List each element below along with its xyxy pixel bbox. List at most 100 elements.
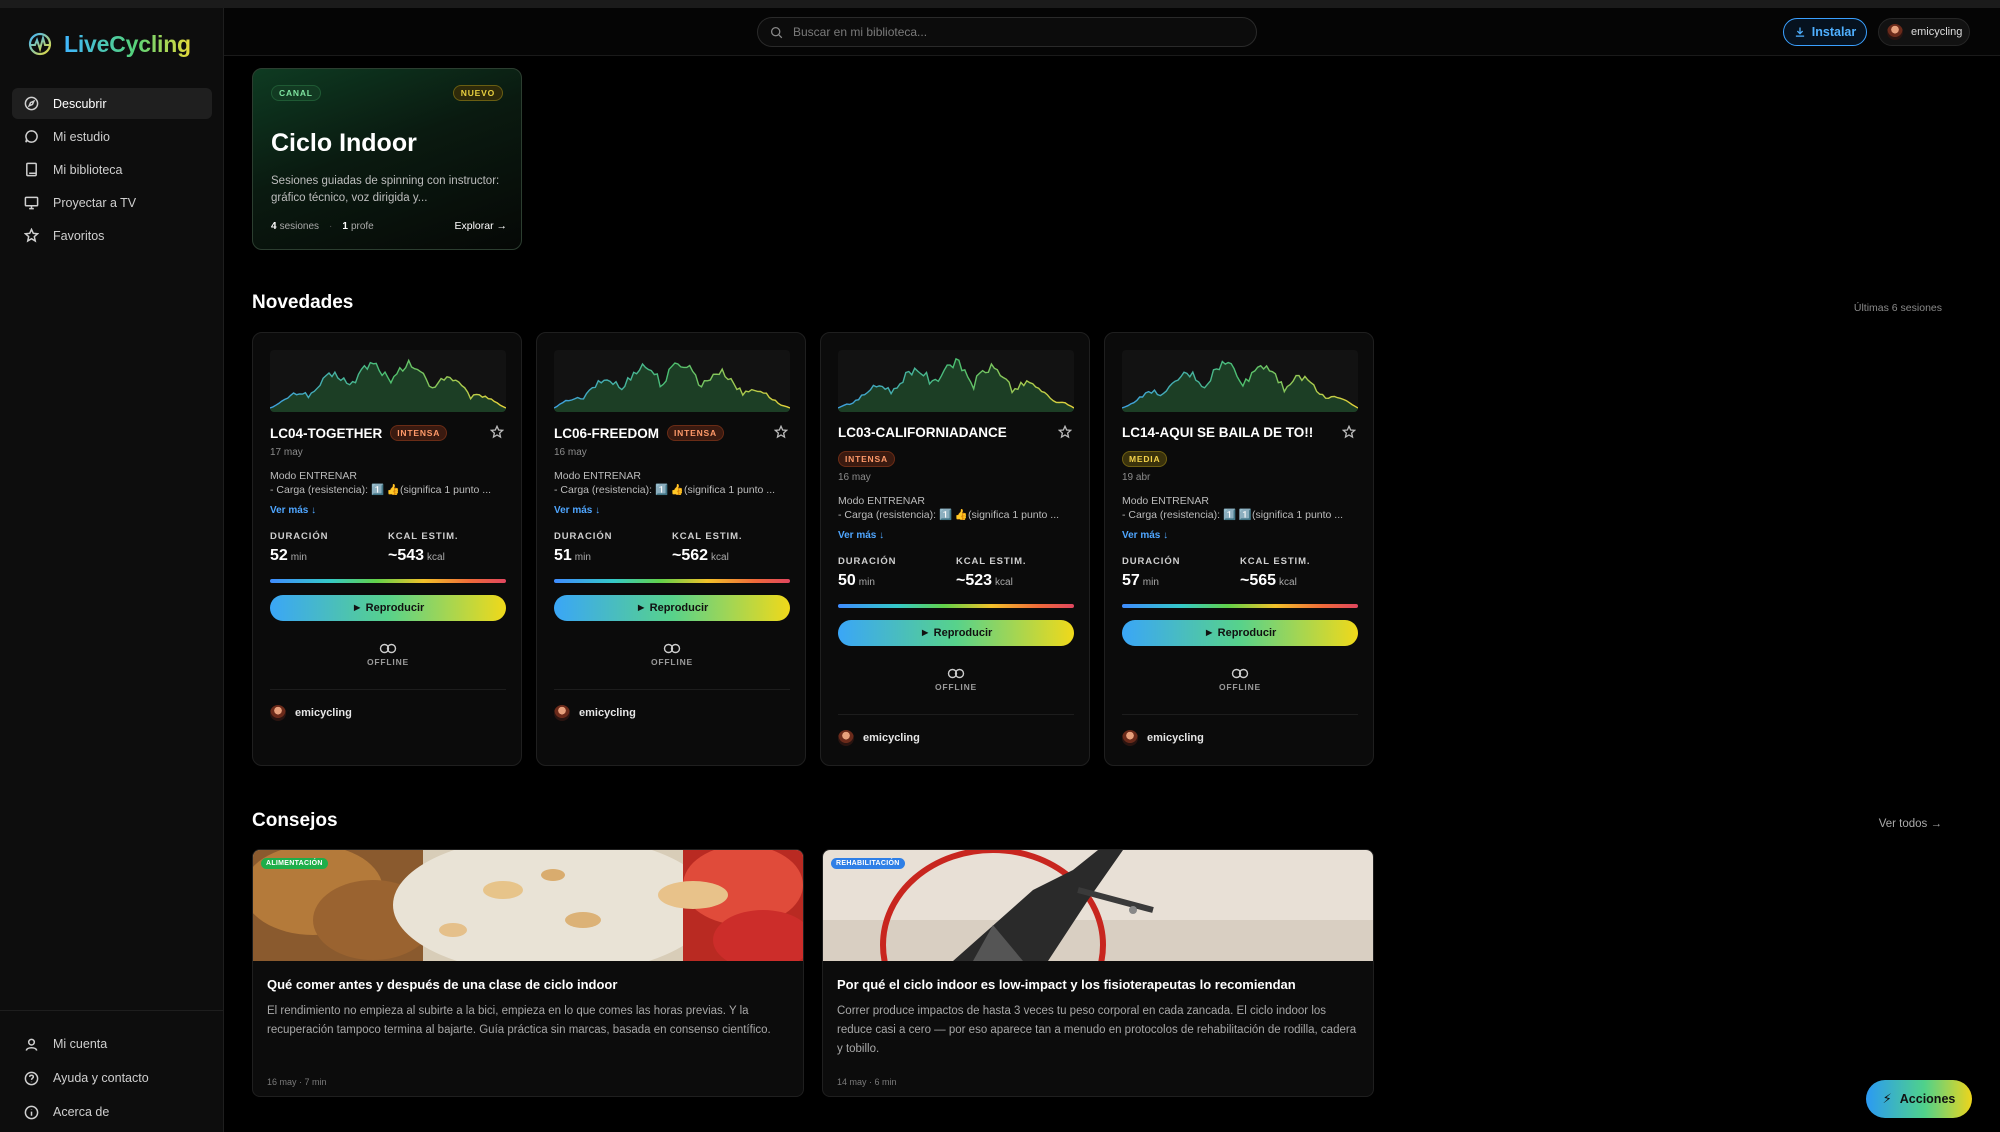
tip-card[interactable]: ALIMENTACIÓN Qué comer antes y después d…: [252, 849, 804, 1097]
see-more-link[interactable]: Ver más ↓: [554, 505, 600, 516]
duration-unit: min: [858, 577, 875, 588]
divider: [554, 689, 790, 690]
offline-button[interactable]: OFFLINE: [838, 668, 1074, 692]
session-profile-chart: [838, 350, 1074, 412]
play-button[interactable]: ► Reproducir: [1122, 620, 1358, 646]
tip-category-tag: ALIMENTACIÓN: [261, 858, 328, 869]
app-logo[interactable]: LiveCycling: [26, 24, 191, 64]
session-description: - Carga (resistencia): 1️⃣ 👍(significa 1…: [838, 509, 1060, 521]
lightning-icon: ⚡: [1882, 1091, 1892, 1106]
search-box[interactable]: [757, 17, 1257, 47]
session-author[interactable]: emicycling: [1122, 730, 1204, 746]
session-author[interactable]: emicycling: [270, 705, 352, 721]
nav-item-descubrir[interactable]: Descubrir: [12, 88, 212, 119]
install-button[interactable]: Instalar: [1783, 18, 1867, 46]
info-icon: [24, 1105, 39, 1119]
profe-count: 1: [342, 220, 348, 232]
session-stats: DURACIÓN 57 min KCAL ESTIM. ~565 kcal: [1122, 556, 1358, 590]
session-author[interactable]: emicycling: [554, 705, 636, 721]
card-title-row: LC03-CALIFORNIADANCE: [838, 425, 1074, 440]
offline-button[interactable]: OFFLINE: [1122, 668, 1358, 692]
session-date: 17 may: [270, 447, 303, 458]
session-profile-graph: [838, 357, 1074, 412]
session-card[interactable]: LC06-FREEDOM INTENSA 16 may Modo ENTRENA…: [536, 332, 806, 766]
tip-title: Por qué el ciclo indoor es low-impact y …: [837, 977, 1296, 992]
intensity-zones-bar: [270, 579, 506, 583]
session-card[interactable]: LC14-AQUI SE BAILA DE TO!! MEDIA 19 abr …: [1104, 332, 1374, 766]
card-title-row: LC14-AQUI SE BAILA DE TO!!: [1122, 425, 1358, 440]
main-nav: Descubrir Mi estudio Mi biblioteca Proye…: [12, 88, 212, 253]
nav-item-ayuda[interactable]: Ayuda y contacto: [12, 1061, 212, 1095]
intensity-badge: INTENSA: [838, 451, 895, 467]
top-bar: Instalar emicycling: [224, 8, 2000, 56]
explore-link[interactable]: Explorar →: [454, 220, 507, 232]
kcal-unit: kcal: [1279, 577, 1297, 588]
offline-label: OFFLINE: [367, 657, 409, 667]
compass-icon: [24, 96, 39, 111]
avatar: [270, 705, 286, 721]
see-more-link[interactable]: Ver más ↓: [270, 505, 316, 516]
tip-description: El rendimiento no empieza al subirte a l…: [267, 1005, 771, 1036]
nav-item-mi-biblioteca[interactable]: Mi biblioteca: [12, 154, 212, 185]
nav-item-proyectar-tv[interactable]: Proyectar a TV: [12, 187, 212, 218]
nav-item-mi-estudio[interactable]: Mi estudio: [12, 121, 212, 152]
monitor-icon: [24, 196, 39, 210]
divider: [270, 689, 506, 690]
duration-label: DURACIÓN: [270, 531, 329, 542]
duration-unit: min: [290, 552, 307, 563]
duration-unit: min: [574, 552, 591, 563]
favorite-button[interactable]: [1057, 424, 1073, 439]
install-label: Instalar: [1811, 25, 1857, 39]
duration-label: DURACIÓN: [1122, 556, 1181, 567]
help-icon: [24, 1071, 39, 1085]
tip-meta: 16 may · 7 min: [267, 1077, 327, 1087]
star-icon: [1341, 424, 1357, 439]
session-date: 16 may: [554, 447, 587, 458]
session-card[interactable]: LC04-TOGETHER INTENSA 17 may Modo ENTREN…: [252, 332, 522, 766]
session-stats: DURACIÓN 50 min KCAL ESTIM. ~523 kcal: [838, 556, 1074, 590]
kcal-label: KCAL ESTIM.: [388, 531, 459, 542]
nav-item-label: Descubrir: [53, 96, 107, 111]
session-author[interactable]: emicycling: [838, 730, 920, 746]
card-title-row: LC04-TOGETHER INTENSA: [270, 425, 506, 441]
offline-icon: [663, 643, 681, 654]
actions-button[interactable]: ⚡ Acciones: [1866, 1080, 1972, 1118]
channel-description: Sesiones guiadas de spinning con instruc…: [271, 175, 500, 204]
author-name: emicycling: [579, 707, 636, 719]
star-icon: [773, 424, 789, 439]
see-more-link[interactable]: Ver más ↓: [838, 530, 884, 541]
kcal-label: KCAL ESTIM.: [672, 531, 743, 542]
window-top-strip: [0, 0, 2000, 8]
session-card[interactable]: LC03-CALIFORNIADANCE INTENSA 16 may Modo…: [820, 332, 1090, 766]
favorite-button[interactable]: [489, 424, 505, 439]
kcal-value: ~565: [1240, 572, 1277, 589]
session-stats: DURACIÓN 52 min KCAL ESTIM. ~543 kcal: [270, 531, 506, 565]
search-input[interactable]: [793, 25, 1233, 39]
see-more-link[interactable]: Ver más ↓: [1122, 530, 1168, 541]
profile-area: [270, 360, 506, 412]
see-all-link[interactable]: Ver todos →: [1879, 818, 1942, 830]
tip-category-tag: REHABILITACIÓN: [831, 858, 905, 869]
nav-item-label: Ayuda y contacto: [53, 1071, 149, 1085]
offline-button[interactable]: OFFLINE: [554, 643, 790, 667]
play-button[interactable]: ► Reproducir: [270, 595, 506, 621]
tip-title: Qué comer antes y después de una clase d…: [267, 977, 618, 992]
play-button[interactable]: ► Reproducir: [554, 595, 790, 621]
session-profile-chart: [554, 350, 790, 412]
channel-card[interactable]: CANAL NUEVO Ciclo Indoor Sesiones guiada…: [252, 68, 522, 250]
tip-card[interactable]: REHABILITACIÓN Por qué el ciclo indoor e…: [822, 849, 1374, 1097]
play-button[interactable]: ► Reproducir: [838, 620, 1074, 646]
offline-icon: [1231, 668, 1249, 679]
user-menu-button[interactable]: emicycling: [1878, 18, 1970, 46]
nav-item-favoritos[interactable]: Favoritos: [12, 220, 212, 251]
nav-item-mi-cuenta[interactable]: Mi cuenta: [12, 1027, 212, 1061]
duration-value: 51: [554, 547, 572, 564]
offline-button[interactable]: OFFLINE: [270, 643, 506, 667]
download-icon: [1795, 27, 1804, 37]
card-title-row: LC06-FREEDOM INTENSA: [554, 425, 790, 441]
offline-icon: [947, 668, 965, 679]
favorite-button[interactable]: [1341, 424, 1357, 439]
logo-icon: [28, 32, 52, 56]
nav-item-acerca[interactable]: Acerca de: [12, 1095, 212, 1129]
favorite-button[interactable]: [773, 424, 789, 439]
